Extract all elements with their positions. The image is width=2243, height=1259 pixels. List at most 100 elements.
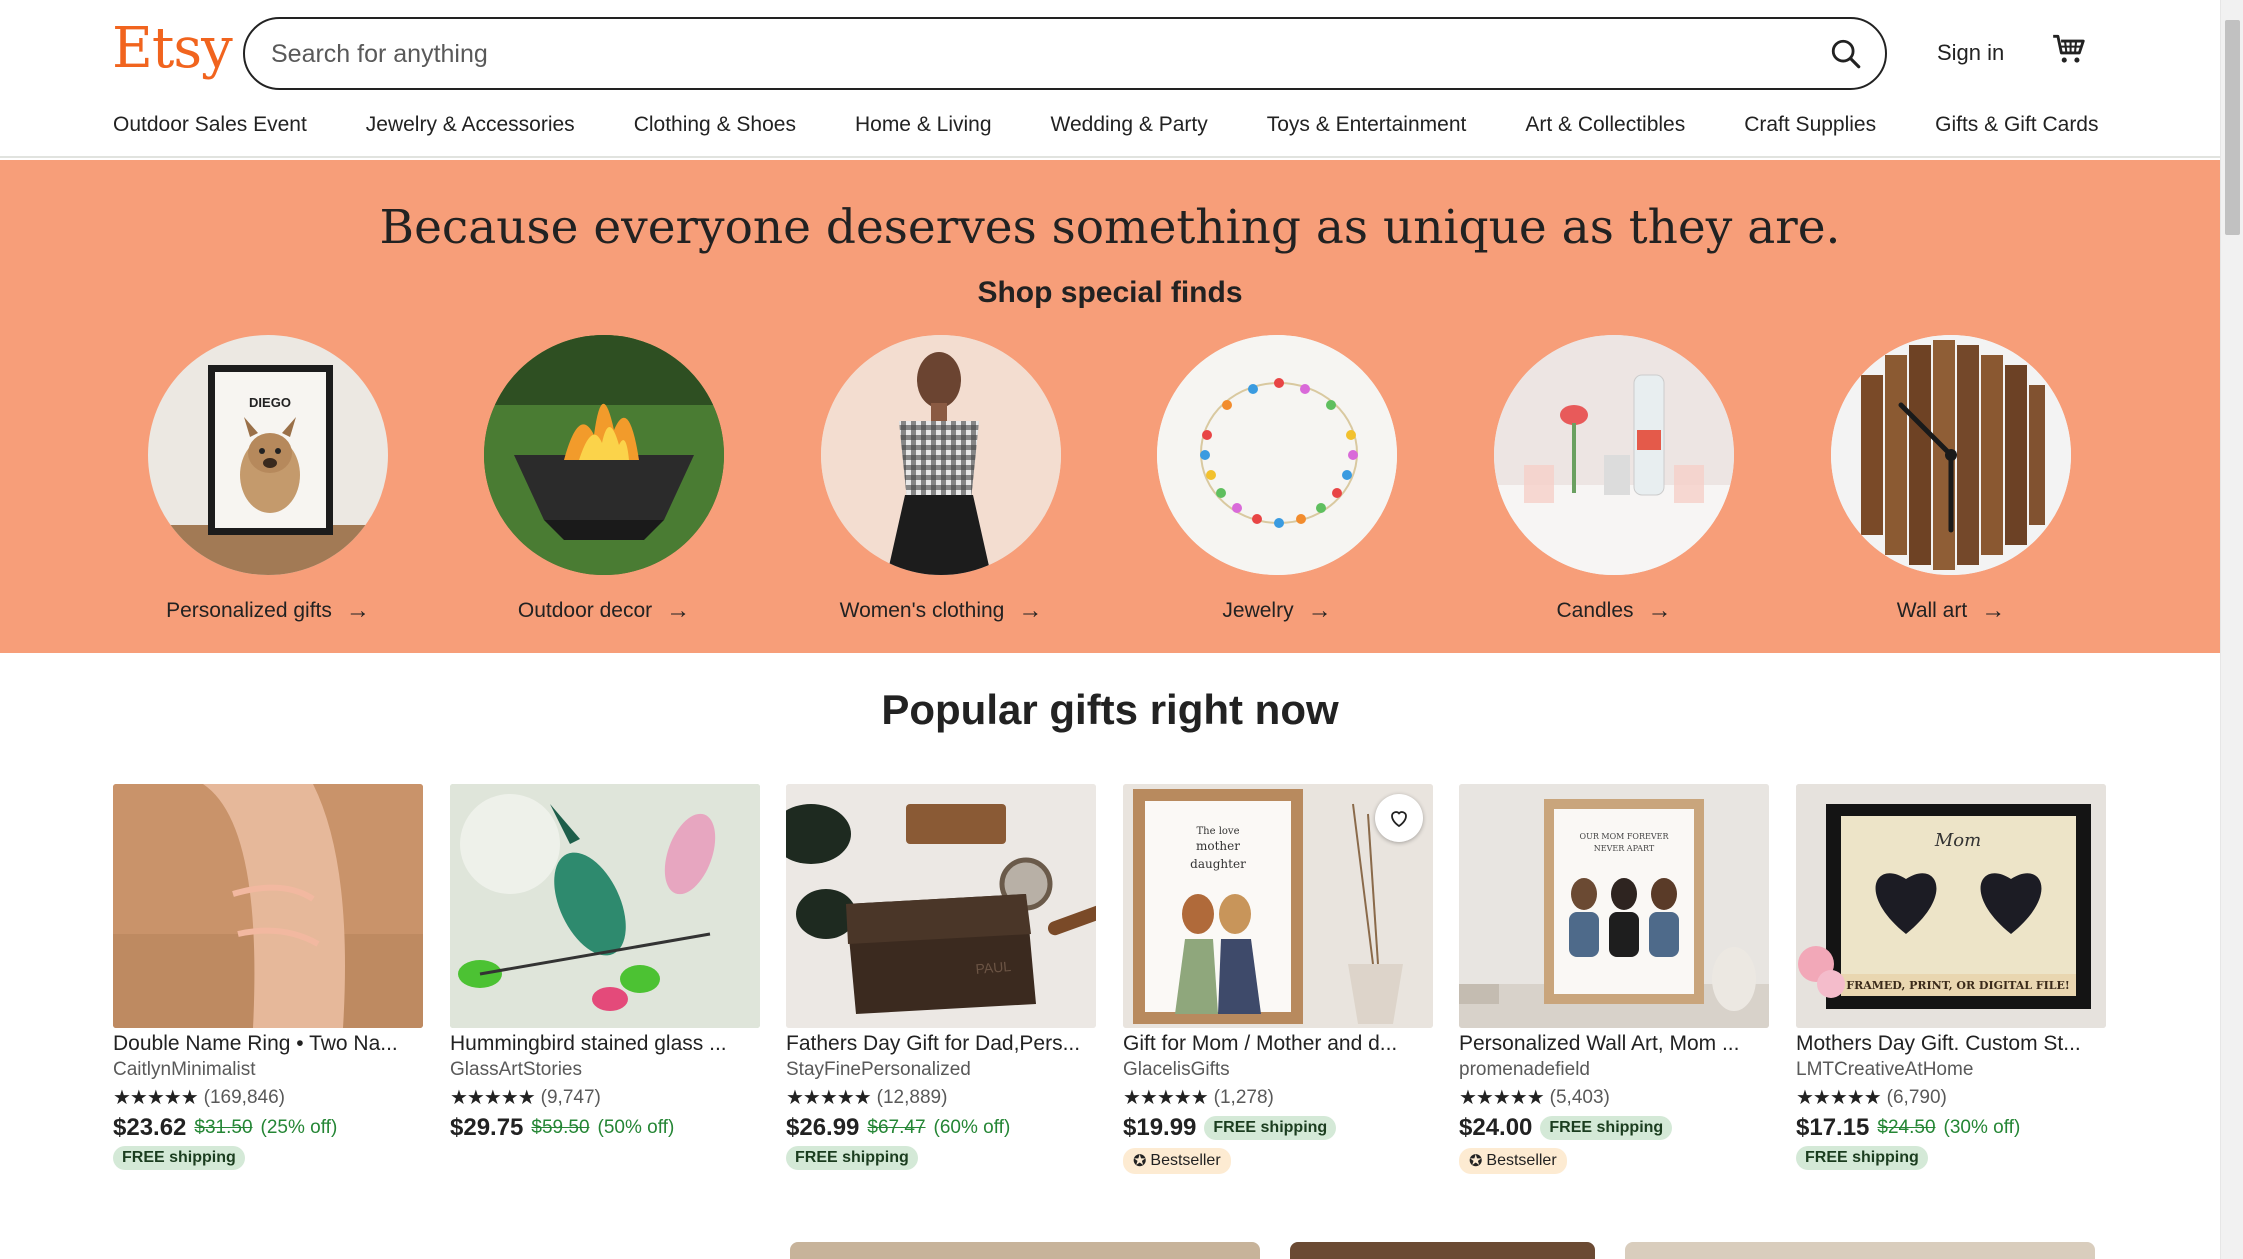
listing-shop: promenadefield bbox=[1459, 1059, 1590, 1080]
review-count: (5,403) bbox=[1549, 1086, 1610, 1108]
listing-shop: GlassArtStories bbox=[450, 1059, 582, 1080]
listing-title[interactable]: Double Name Ring • Two Na... bbox=[113, 1032, 423, 1056]
arrow-right-icon: → bbox=[1647, 597, 1672, 624]
find-personalized-gifts[interactable]: DIEGO Personalized gifts → bbox=[118, 335, 418, 625]
nav-art-collectibles[interactable]: Art & Collectibles bbox=[1525, 113, 1685, 137]
search-button[interactable] bbox=[1819, 27, 1873, 81]
nav-home-living[interactable]: Home & Living bbox=[855, 113, 992, 137]
listing-price: $26.99 bbox=[786, 1114, 860, 1141]
arrow-right-icon: → bbox=[1981, 597, 2006, 624]
listing-card[interactable]: PAUL Fathers Day Gift for Dad,Pers... St… bbox=[786, 784, 1096, 1170]
arrow-right-icon: → bbox=[666, 597, 691, 624]
listing-title[interactable]: Gift for Mom / Mother and d... bbox=[1123, 1032, 1433, 1056]
rating-stars-icon: ★★★★★ bbox=[1796, 1087, 1882, 1109]
free-shipping-badge: FREE shipping bbox=[1540, 1116, 1673, 1140]
nav-clothing-shoes[interactable]: Clothing & Shoes bbox=[634, 113, 796, 137]
svg-text:The love: The love bbox=[1197, 826, 1240, 837]
review-count: (169,846) bbox=[203, 1086, 285, 1108]
listing-shop: StayFinePersonalized bbox=[786, 1059, 971, 1080]
free-shipping-badge: FREE shipping bbox=[113, 1146, 245, 1170]
listing-card[interactable]: The love mother daughter Gift for Mom / … bbox=[1123, 784, 1433, 1174]
rating-stars-icon: ★★★★★ bbox=[1123, 1087, 1209, 1109]
review-count: (1,278) bbox=[1213, 1086, 1274, 1108]
search-input[interactable] bbox=[271, 35, 1771, 73]
listing-image: Mom FRAMED, PRINT, OR DIGITAL FILE! bbox=[1796, 784, 2106, 1028]
listing-title[interactable]: Fathers Day Gift for Dad,Pers... bbox=[786, 1032, 1096, 1056]
svg-text:NEVER APART: NEVER APART bbox=[1594, 844, 1655, 853]
original-price: $24.50 bbox=[1877, 1117, 1936, 1138]
rating-stars-icon: ★★★★★ bbox=[786, 1087, 872, 1109]
svg-text:FRAMED, PRINT, OR DIGITAL FILE: FRAMED, PRINT, OR DIGITAL FILE! bbox=[1846, 979, 2069, 992]
rating-stars-icon: ★★★★★ bbox=[113, 1087, 199, 1109]
cart-button[interactable] bbox=[2050, 30, 2090, 70]
arrow-right-icon: → bbox=[345, 597, 370, 624]
listing-title[interactable]: Hummingbird stained glass ... bbox=[450, 1032, 760, 1056]
arrow-right-icon: → bbox=[1307, 597, 1332, 624]
svg-text:mother: mother bbox=[1196, 839, 1240, 853]
listing-card[interactable]: OUR MOM FOREVER NEVER APART Personalized… bbox=[1459, 784, 1769, 1174]
find-womens-clothing[interactable]: Women's clothing → bbox=[791, 335, 1091, 625]
discount-percent: (25% off) bbox=[260, 1117, 338, 1138]
listing-price: $23.62 bbox=[113, 1114, 187, 1141]
nav-gifts-gift-cards[interactable]: Gifts & Gift Cards bbox=[1935, 113, 2098, 137]
nav-wedding-party[interactable]: Wedding & Party bbox=[1051, 113, 1208, 137]
find-label: Jewelry bbox=[1222, 599, 1294, 622]
bestseller-badge: ✪ Bestseller bbox=[1459, 1148, 1567, 1174]
listing-shop: LMTCreativeAtHome bbox=[1796, 1059, 1974, 1080]
search-bar bbox=[243, 17, 1887, 90]
outdoor-decor-image bbox=[484, 335, 724, 575]
listing-image: PAUL bbox=[786, 784, 1096, 1028]
nav-outdoor-sales[interactable]: Outdoor Sales Event bbox=[113, 113, 307, 137]
listing-card[interactable]: Double Name Ring • Two Na... CaitlynMini… bbox=[113, 784, 423, 1170]
search-icon bbox=[1831, 39, 1861, 69]
listing-title[interactable]: Mothers Day Gift. Custom St... bbox=[1796, 1032, 2106, 1056]
free-shipping-badge: FREE shipping bbox=[1796, 1146, 1928, 1170]
listing-card[interactable]: Mom FRAMED, PRINT, OR DIGITAL FILE! Moth… bbox=[1796, 784, 2106, 1170]
etsy-logo[interactable]: Etsy bbox=[112, 16, 233, 81]
nav-jewelry-accessories[interactable]: Jewelry & Accessories bbox=[366, 113, 575, 137]
find-label: Outdoor decor bbox=[517, 599, 653, 622]
find-label: Wall art bbox=[1896, 599, 1968, 622]
original-price: $31.50 bbox=[194, 1117, 253, 1138]
award-icon: ✪ bbox=[1133, 1153, 1147, 1170]
listing-title[interactable]: Personalized Wall Art, Mom ... bbox=[1459, 1032, 1769, 1056]
rating-stars-icon: ★★★★★ bbox=[1459, 1087, 1545, 1109]
listing-card[interactable]: Hummingbird stained glass ... GlassArtSt… bbox=[450, 784, 760, 1142]
discount-percent: (50% off) bbox=[597, 1117, 675, 1138]
listing-image bbox=[113, 784, 423, 1028]
nav-toys-entertainment[interactable]: Toys & Entertainment bbox=[1267, 113, 1467, 137]
find-label: Candles bbox=[1556, 599, 1634, 622]
review-count: (9,747) bbox=[540, 1086, 601, 1108]
category-nav: Outdoor Sales Event Jewelry & Accessorie… bbox=[113, 113, 2158, 137]
page-scrollbar[interactable] bbox=[2220, 0, 2243, 1259]
svg-text:OUR MOM FOREVER: OUR MOM FOREVER bbox=[1580, 832, 1670, 841]
wall-art-image bbox=[1831, 335, 2071, 575]
next-row-image bbox=[790, 1242, 1260, 1259]
find-jewelry[interactable]: Jewelry → bbox=[1127, 335, 1427, 625]
discount-percent: (30% off) bbox=[1943, 1117, 2021, 1138]
listing-price: $19.99 bbox=[1123, 1114, 1197, 1141]
listing-image bbox=[450, 784, 760, 1028]
review-count: (6,790) bbox=[1886, 1086, 1947, 1108]
nav-craft-supplies[interactable]: Craft Supplies bbox=[1744, 113, 1876, 137]
site-header: Etsy Sign in Outdoor Sales Event Jewelry… bbox=[0, 0, 2220, 158]
find-wall-art[interactable]: Wall art → bbox=[1801, 335, 2101, 625]
free-shipping-badge: FREE shipping bbox=[1204, 1116, 1337, 1140]
rating-stars-icon: ★★★★★ bbox=[450, 1087, 536, 1109]
find-outdoor-decor[interactable]: Outdoor decor → bbox=[454, 335, 754, 625]
svg-text:Mom: Mom bbox=[1934, 830, 1981, 851]
favorite-button[interactable] bbox=[1375, 794, 1423, 842]
personalized-gifts-image: DIEGO bbox=[148, 335, 388, 575]
listing-price: $29.75 bbox=[450, 1114, 524, 1141]
listing-shop: CaitlynMinimalist bbox=[113, 1059, 256, 1080]
special-finds-banner: Because everyone deserves something as u… bbox=[0, 160, 2220, 653]
sign-in-link[interactable]: Sign in bbox=[1937, 40, 2004, 66]
scrollbar-thumb[interactable] bbox=[2225, 20, 2240, 235]
next-row-image bbox=[1290, 1242, 1595, 1259]
candles-image bbox=[1494, 335, 1734, 575]
svg-text:PAUL: PAUL bbox=[975, 958, 1012, 977]
find-candles[interactable]: Candles → bbox=[1464, 335, 1764, 625]
bestseller-badge: ✪ Bestseller bbox=[1123, 1148, 1231, 1174]
listing-price: $17.15 bbox=[1796, 1114, 1870, 1141]
poster-name-text: DIEGO bbox=[249, 395, 291, 410]
